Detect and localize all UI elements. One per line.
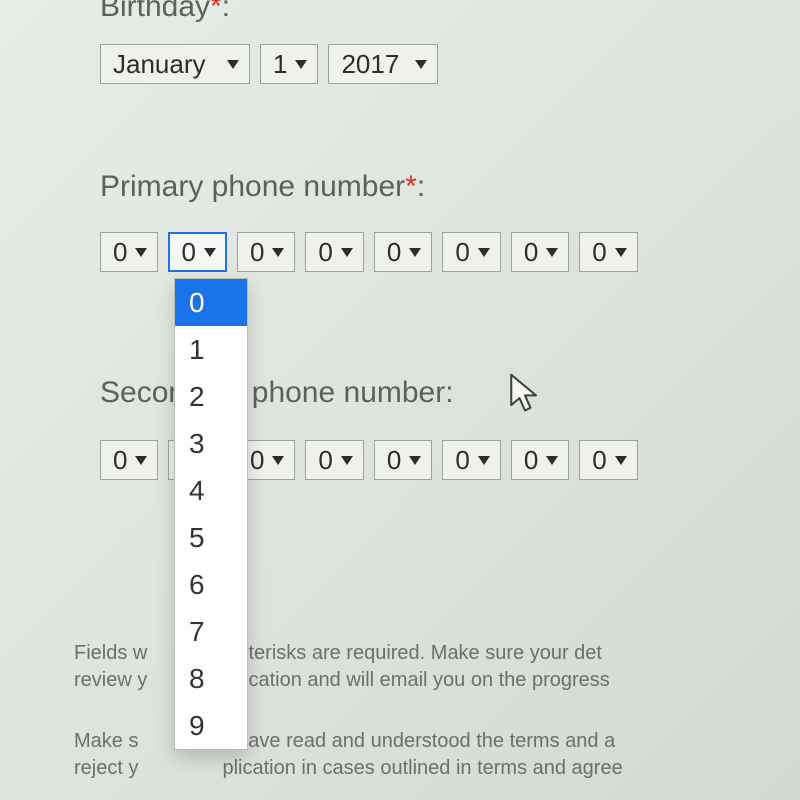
- footer-line-1a: Fields w: [74, 642, 147, 664]
- footer-line-3a: Make s: [74, 730, 138, 752]
- primary-phone-label-text: Primary phone number: [100, 170, 405, 203]
- phone-digit-select[interactable]: 0: [305, 232, 363, 272]
- digit-option[interactable]: 1: [175, 326, 247, 373]
- birthday-label: Birthday*:: [100, 0, 230, 24]
- chevron-down-icon: [341, 248, 353, 257]
- birthday-month-value: January: [113, 51, 206, 77]
- chevron-down-icon: [478, 248, 490, 257]
- mouse-cursor-icon: [508, 372, 542, 416]
- phone-digit-value: 0: [181, 239, 195, 265]
- birthday-day-value: 1: [273, 51, 287, 77]
- footer-line-2a: review y: [74, 669, 147, 691]
- phone-digit-value: 0: [592, 239, 606, 265]
- chevron-down-icon: [409, 248, 421, 257]
- phone-digit-select[interactable]: 0: [305, 440, 363, 480]
- digit-option[interactable]: 2: [175, 373, 247, 420]
- phone-digit-value: 0: [318, 239, 332, 265]
- required-asterisk: *: [405, 170, 417, 203]
- chevron-down-icon: [135, 456, 147, 465]
- footer-line-3b: u have read and understood the terms and…: [220, 730, 615, 752]
- phone-digit-select[interactable]: 0: [442, 440, 500, 480]
- birthday-year-select[interactable]: 2017: [328, 44, 438, 84]
- phone-digit-select[interactable]: 0: [100, 440, 158, 480]
- chevron-down-icon: [295, 60, 307, 69]
- phone-digit-value: 0: [455, 239, 469, 265]
- digit-option[interactable]: 7: [175, 608, 247, 655]
- phone-digit-value: 0: [524, 239, 538, 265]
- phone-digit-value: 0: [387, 447, 401, 473]
- phone-digit-select[interactable]: 0: [442, 232, 500, 272]
- phone-digit-value: 0: [250, 239, 264, 265]
- primary-phone-row: 0 0 0 0 0 0 0 0: [100, 232, 638, 272]
- digit-option[interactable]: 8: [175, 655, 247, 702]
- secondary-phone-label-text: Secondary phone number:: [100, 376, 454, 409]
- required-asterisk: *: [210, 0, 222, 23]
- digit-dropdown[interactable]: 0123456789: [174, 278, 248, 750]
- digit-option[interactable]: 0: [175, 279, 247, 326]
- colon: :: [417, 170, 425, 203]
- phone-digit-value: 0: [113, 447, 127, 473]
- birthday-month-select[interactable]: January: [100, 44, 250, 84]
- chevron-down-icon: [272, 456, 284, 465]
- phone-digit-select[interactable]: 0: [579, 440, 637, 480]
- chevron-down-icon: [478, 456, 490, 465]
- footer-line-1b: l asterisks are required. Make sure your…: [217, 642, 602, 664]
- phone-digit-select[interactable]: 0: [168, 232, 226, 272]
- phone-digit-select[interactable]: 0: [511, 232, 569, 272]
- chevron-down-icon: [227, 60, 239, 69]
- phone-digit-value: 0: [250, 447, 264, 473]
- chevron-down-icon: [135, 248, 147, 257]
- digit-option[interactable]: 6: [175, 561, 247, 608]
- footer-line-4a: reject y: [74, 757, 138, 779]
- phone-digit-select[interactable]: 0: [374, 232, 432, 272]
- phone-digit-select[interactable]: 0: [511, 440, 569, 480]
- digit-option[interactable]: 9: [175, 702, 247, 749]
- phone-digit-select[interactable]: 0: [374, 440, 432, 480]
- colon: :: [222, 0, 230, 23]
- footer-line-4b: plication in cases outlined in terms and…: [222, 757, 622, 779]
- chevron-down-icon: [546, 248, 558, 257]
- chevron-down-icon: [409, 456, 421, 465]
- digit-option[interactable]: 5: [175, 514, 247, 561]
- birthday-row: January 1 2017: [100, 44, 438, 84]
- chevron-down-icon: [546, 456, 558, 465]
- phone-digit-value: 0: [455, 447, 469, 473]
- form-page: Birthday*: January 1 2017 Primary phone …: [0, 0, 800, 800]
- phone-digit-value: 0: [387, 239, 401, 265]
- secondary-phone-label: Secondary phone number:: [100, 376, 454, 410]
- phone-digit-value: 0: [524, 447, 538, 473]
- phone-digit-value: 0: [113, 239, 127, 265]
- phone-digit-value: 0: [592, 447, 606, 473]
- primary-phone-label: Primary phone number*:: [100, 170, 425, 204]
- phone-digit-select[interactable]: 0: [100, 232, 158, 272]
- digit-option[interactable]: 3: [175, 420, 247, 467]
- birthday-year-value: 2017: [341, 51, 399, 77]
- chevron-down-icon: [272, 248, 284, 257]
- digit-option[interactable]: 4: [175, 467, 247, 514]
- chevron-down-icon: [341, 456, 353, 465]
- chevron-down-icon: [415, 60, 427, 69]
- birthday-label-text: Birthday: [100, 0, 210, 23]
- phone-digit-select[interactable]: 0: [579, 232, 637, 272]
- phone-digit-value: 0: [318, 447, 332, 473]
- phone-digit-select[interactable]: 0: [237, 232, 295, 272]
- chevron-down-icon: [204, 248, 216, 257]
- birthday-day-select[interactable]: 1: [260, 44, 318, 84]
- chevron-down-icon: [615, 248, 627, 257]
- chevron-down-icon: [615, 456, 627, 465]
- footer-line-2b: pplication and will email you on the pro…: [217, 669, 609, 691]
